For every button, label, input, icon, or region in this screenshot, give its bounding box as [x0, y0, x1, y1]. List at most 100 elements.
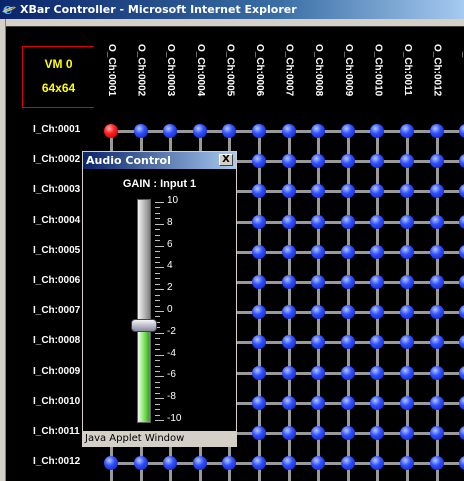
crosspoint-node[interactable]	[311, 365, 326, 380]
crosspoint-node[interactable]	[252, 335, 266, 350]
crosspoint-node[interactable]	[340, 244, 355, 259]
crosspoint-node[interactable]	[400, 456, 414, 471]
crosspoint-node[interactable]	[311, 214, 326, 229]
crosspoint-node[interactable]	[192, 456, 207, 471]
crosspoint-node[interactable]	[340, 214, 355, 229]
crosspoint-node[interactable]	[370, 214, 385, 229]
crosspoint-node[interactable]	[459, 184, 464, 199]
audio-control-titlebar[interactable]: Audio Control	[83, 152, 236, 169]
crosspoint-node[interactable]	[133, 456, 148, 471]
crosspoint-node[interactable]	[429, 124, 444, 138]
crosspoint-node[interactable]	[429, 365, 444, 380]
crosspoint-node[interactable]	[311, 275, 326, 289]
crosspoint-node[interactable]	[340, 365, 355, 380]
crosspoint-node[interactable]	[370, 335, 385, 350]
crosspoint-node[interactable]	[400, 335, 414, 350]
crosspoint-node[interactable]	[311, 395, 326, 410]
crosspoint-node[interactable]	[400, 275, 414, 289]
crosspoint-node[interactable]	[370, 456, 385, 471]
crosspoint-node[interactable]	[370, 244, 385, 259]
crosspoint-node[interactable]	[222, 124, 237, 138]
crosspoint-node[interactable]	[281, 395, 296, 410]
crosspoint-node[interactable]	[400, 365, 414, 380]
crosspoint-node[interactable]	[400, 426, 414, 440]
crosspoint-node[interactable]	[340, 184, 355, 199]
crosspoint-node[interactable]	[252, 154, 266, 169]
crosspoint-node[interactable]	[429, 275, 444, 289]
crosspoint-node[interactable]	[400, 305, 414, 320]
crosspoint-node[interactable]	[429, 244, 444, 259]
crosspoint-node[interactable]	[459, 124, 464, 138]
crosspoint-node[interactable]	[281, 244, 296, 259]
crosspoint-node[interactable]	[459, 335, 464, 350]
crosspoint-node[interactable]	[252, 184, 266, 199]
crosspoint-node[interactable]	[252, 214, 266, 229]
crosspoint-node[interactable]	[370, 426, 385, 440]
crosspoint-node[interactable]	[252, 395, 266, 410]
crosspoint-node[interactable]	[311, 244, 326, 259]
crosspoint-node[interactable]	[400, 244, 414, 259]
crosspoint-node[interactable]	[311, 426, 326, 440]
crosspoint-node[interactable]	[459, 275, 464, 289]
crosspoint-node[interactable]	[370, 365, 385, 380]
crosspoint-node[interactable]	[340, 426, 355, 440]
crosspoint-node[interactable]	[133, 124, 148, 138]
crosspoint-node[interactable]	[311, 154, 326, 169]
crosspoint-node[interactable]	[400, 395, 414, 410]
crosspoint-node[interactable]	[281, 275, 296, 289]
crosspoint-node[interactable]	[459, 214, 464, 229]
crosspoint-node[interactable]	[370, 395, 385, 410]
crosspoint-node[interactable]	[429, 456, 444, 471]
crosspoint-node[interactable]	[252, 275, 266, 289]
gain-slider-track[interactable]	[137, 199, 151, 423]
crosspoint-node[interactable]	[281, 154, 296, 169]
crosspoint-node[interactable]	[459, 244, 464, 259]
crosspoint-node[interactable]	[252, 244, 266, 259]
crosspoint-node[interactable]	[400, 124, 414, 138]
crosspoint-node[interactable]	[281, 456, 296, 471]
crosspoint-node[interactable]	[340, 124, 355, 138]
crosspoint-node[interactable]	[252, 124, 266, 138]
crosspoint-node[interactable]	[163, 124, 178, 138]
crosspoint-node[interactable]	[222, 456, 237, 471]
crosspoint-node[interactable]	[311, 124, 326, 138]
close-button[interactable]: X	[219, 154, 233, 166]
crosspoint-node[interactable]	[281, 305, 296, 320]
crosspoint-node[interactable]	[104, 456, 118, 471]
gain-slider-thumb[interactable]	[131, 319, 157, 332]
crosspoint-node[interactable]	[340, 305, 355, 320]
crosspoint-node[interactable]	[252, 456, 266, 471]
crosspoint-node[interactable]	[311, 184, 326, 199]
crosspoint-node[interactable]	[340, 335, 355, 350]
crosspoint-node[interactable]	[370, 275, 385, 289]
crosspoint-node[interactable]	[429, 426, 444, 440]
crosspoint-node[interactable]	[281, 365, 296, 380]
crosspoint-node[interactable]	[400, 154, 414, 169]
crosspoint-node[interactable]	[459, 395, 464, 410]
crosspoint-node[interactable]	[340, 154, 355, 169]
crosspoint-node[interactable]	[429, 335, 444, 350]
crosspoint-node[interactable]	[281, 335, 296, 350]
crosspoint-node[interactable]	[459, 154, 464, 169]
crosspoint-node[interactable]	[370, 305, 385, 320]
crosspoint-node[interactable]	[281, 124, 296, 138]
crosspoint-node[interactable]	[252, 426, 266, 440]
crosspoint-node[interactable]	[370, 184, 385, 199]
crosspoint-node[interactable]	[429, 395, 444, 410]
crosspoint-node[interactable]	[281, 426, 296, 440]
crosspoint-node[interactable]	[400, 184, 414, 199]
crosspoint-node[interactable]	[281, 184, 296, 199]
crosspoint-node[interactable]	[340, 456, 355, 471]
crosspoint-node-active[interactable]	[104, 124, 118, 138]
crosspoint-node[interactable]	[429, 184, 444, 199]
crosspoint-node[interactable]	[311, 335, 326, 350]
crosspoint-node[interactable]	[163, 456, 178, 471]
crosspoint-node[interactable]	[400, 214, 414, 229]
crosspoint-node[interactable]	[459, 456, 464, 471]
crosspoint-node[interactable]	[340, 275, 355, 289]
crosspoint-node[interactable]	[340, 395, 355, 410]
crosspoint-node[interactable]	[459, 365, 464, 380]
crosspoint-node[interactable]	[459, 305, 464, 320]
crosspoint-node[interactable]	[429, 214, 444, 229]
crosspoint-node[interactable]	[252, 305, 266, 320]
